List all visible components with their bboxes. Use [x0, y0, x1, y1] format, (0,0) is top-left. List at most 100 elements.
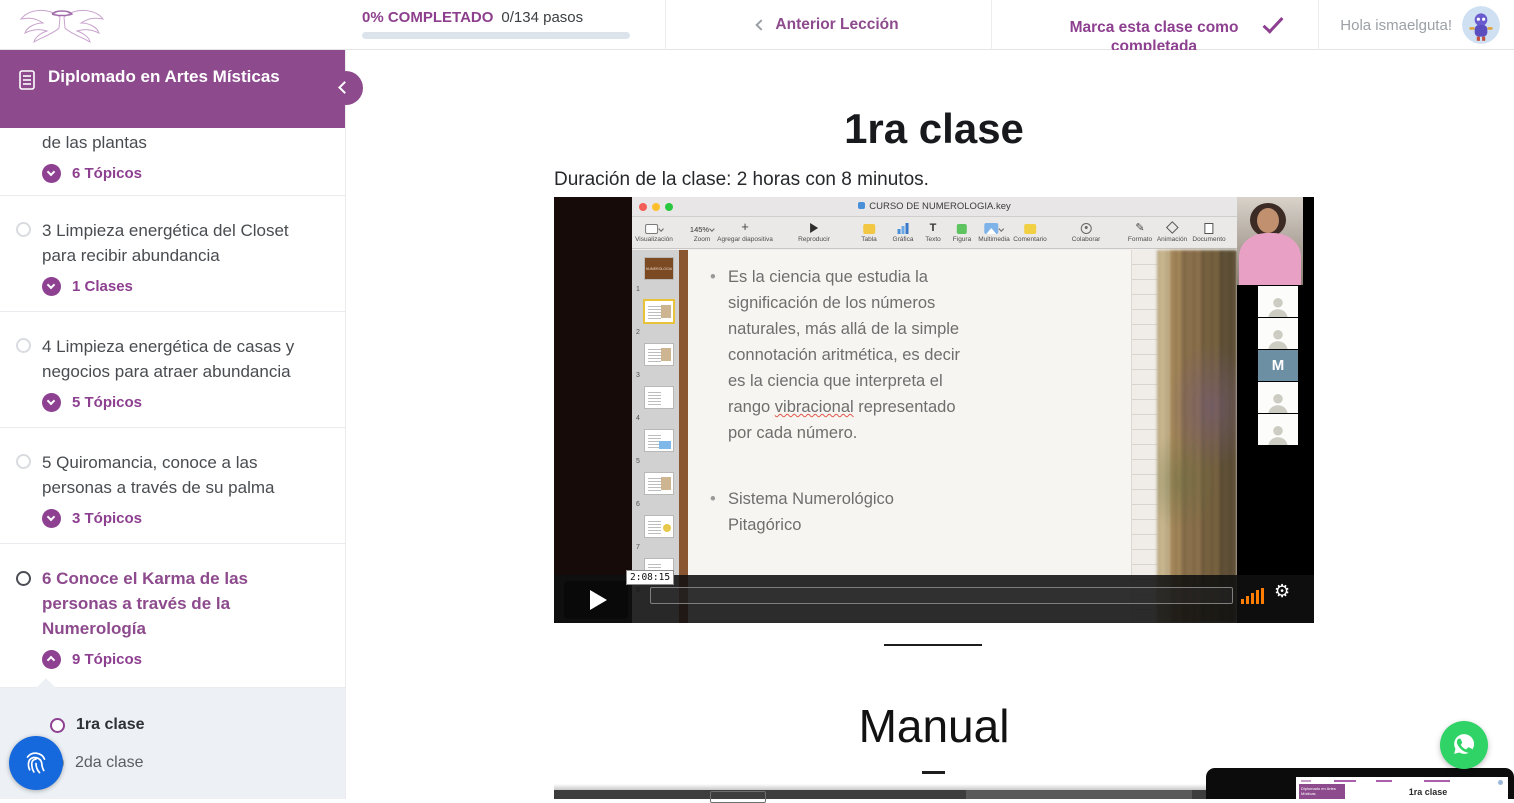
manual-title: Manual — [554, 699, 1314, 753]
user-greeting: Hola ismaelguta! — [1318, 0, 1514, 50]
sidebar-lesson-item[interactable]: 3 Limpieza energética del Closet para re… — [0, 196, 345, 312]
chevron-down-icon[interactable] — [42, 393, 61, 412]
slide-number: 7 — [636, 544, 640, 551]
format-icon — [1135, 221, 1144, 234]
course-progress: 0% COMPLETADO 0/134 pasos — [362, 9, 632, 39]
slide-number: 5 — [636, 458, 640, 465]
chevron-down-icon[interactable] — [42, 164, 61, 183]
document-icon — [19, 70, 35, 95]
add-slide-icon — [741, 219, 749, 234]
progress-steps-label: 0/134 pasos — [501, 9, 583, 26]
slide-number: 3 — [636, 372, 640, 379]
video-left-bar — [554, 197, 632, 623]
window-traffic-lights — [639, 203, 673, 211]
webcam-tile — [1237, 197, 1303, 285]
document-tool-icon — [1205, 223, 1214, 234]
toolbar-label: Comentario — [1013, 236, 1047, 243]
toolbar-label: Formato — [1128, 236, 1152, 243]
close-icon — [639, 203, 647, 211]
play-slideshow-icon — [810, 223, 818, 233]
participant-tile — [1258, 318, 1298, 349]
slide-ruled-strip — [1131, 250, 1157, 623]
participant-tile — [1258, 414, 1298, 445]
previous-lesson-button[interactable]: Anterior Lección — [665, 0, 991, 50]
sidebar-lesson-item[interactable]: 4 Limpieza energética de casas y negocio… — [0, 312, 345, 428]
lesson-title: 3 Limpieza energética del Closet para re… — [42, 218, 306, 268]
course-title: Diplomado en Artes Místicas — [48, 65, 305, 88]
pip-header-mark — [1301, 780, 1311, 782]
participant-tile-initial: M — [1258, 350, 1298, 381]
greeting-text: Hola ismaelguta! — [1340, 17, 1452, 34]
slide-thumbnail — [644, 472, 674, 495]
toolbar-label: Gráfica — [893, 236, 914, 243]
lesson-meta: 9 Tópicos — [72, 651, 142, 668]
seek-bar[interactable] — [650, 587, 1233, 604]
topic-label: 2da clase — [75, 754, 144, 772]
fingerprint-privacy-button[interactable] — [9, 736, 63, 790]
lesson-status-icon — [16, 571, 31, 586]
manual-dash — [922, 771, 945, 774]
minimize-icon — [652, 203, 660, 211]
chevron-left-icon — [338, 81, 351, 94]
settings-gear-icon[interactable] — [1274, 581, 1290, 602]
toolbar-label: Animación — [1157, 236, 1187, 243]
avatar[interactable] — [1462, 6, 1500, 44]
toolbar-label: Agregar diapositiva — [717, 236, 773, 243]
misspelled-word: vibracional — [775, 398, 854, 416]
toolbar-label: Texto — [925, 236, 941, 243]
chevron-down-icon[interactable] — [42, 509, 61, 528]
pip-mini-sidebar: Diplomado en Artes Místicas — [1299, 784, 1345, 799]
slide-thumbnail-selected — [643, 299, 675, 324]
progress-bar — [362, 32, 630, 39]
volume-icon[interactable] — [1241, 588, 1264, 604]
sidebar-lesson-item-active[interactable]: 6 Conoce el Karma de las personas a trav… — [0, 544, 345, 688]
sublist-notch — [36, 678, 56, 688]
pdf-toolbar-field[interactable] — [966, 790, 1192, 799]
lesson-status-icon — [16, 222, 31, 237]
previous-lesson-label: Anterior Lección — [775, 16, 898, 34]
sidebar-lesson-item[interactable]: 5 Quiromancia, conoce a las personas a t… — [0, 428, 345, 544]
lesson-title: 4 Limpieza energética de casas y negocio… — [42, 334, 306, 384]
slide-thumbnail — [644, 343, 674, 366]
collaborate-icon — [1080, 223, 1091, 234]
keynote-window: CURSO DE NUMEROLOGIA.key Visualización 1… — [632, 197, 1237, 623]
toolbar-label: Zoom — [694, 236, 711, 243]
mark-complete-label: Marca esta clase como completada — [1049, 18, 1259, 50]
zoom-window-icon — [665, 203, 673, 211]
animation-icon — [1166, 221, 1179, 234]
pdf-toolbar-button[interactable] — [710, 791, 766, 803]
mark-complete-button[interactable]: Marca esta clase como completada — [991, 0, 1318, 50]
whatsapp-button[interactable] — [1440, 721, 1488, 769]
progress-percent-label: 0% COMPLETADO — [362, 9, 493, 26]
slide-painting-image — [1157, 250, 1237, 623]
pip-mini-title: 1ra clase — [1368, 787, 1488, 797]
toolbar-label: Colaborar — [1072, 236, 1101, 243]
zoom-participants-strip: M — [1237, 197, 1314, 623]
chart-icon — [905, 223, 908, 234]
pdf-toolbar[interactable] — [554, 790, 1314, 799]
chevron-up-icon[interactable] — [42, 650, 61, 669]
sidebar-collapse-button[interactable] — [329, 71, 363, 105]
topic-item-1ra-clase[interactable]: 1ra clase — [0, 712, 345, 738]
video-player[interactable]: CURSO DE NUMEROLOGIA.key Visualización 1… — [554, 197, 1314, 623]
view-icon — [645, 224, 658, 234]
slide-number: 6 — [636, 501, 640, 508]
keynote-app-icon — [858, 202, 865, 209]
text-icon — [930, 222, 937, 234]
toolbar-label: Reproducir — [798, 236, 830, 243]
course-header: Diplomado en Artes Místicas — [0, 50, 345, 128]
current-slide: Es la ciencia que estudia la significaci… — [688, 250, 1237, 623]
keynote-toolbar: Visualización 145%Zoom Agregar diapositi… — [632, 217, 1237, 249]
slide-thumbnail — [644, 429, 674, 452]
chevron-down-icon[interactable] — [42, 277, 61, 296]
sidebar-lesson-item[interactable]: de las plantas 6 Tópicos — [0, 128, 345, 196]
lesson-meta: 1 Clases — [72, 278, 133, 295]
check-icon — [1263, 12, 1284, 33]
keynote-titlebar: CURSO DE NUMEROLOGIA.key — [632, 197, 1237, 217]
page-title: 1ra clase — [554, 105, 1314, 153]
wings-logo[interactable] — [16, 4, 108, 46]
lesson-title: de las plantas — [42, 130, 306, 155]
play-button[interactable] — [564, 581, 628, 619]
toolbar-label: Tabla — [861, 236, 877, 243]
pip-mini-window[interactable]: Diplomado en Artes Místicas 1ra clase — [1206, 768, 1514, 799]
